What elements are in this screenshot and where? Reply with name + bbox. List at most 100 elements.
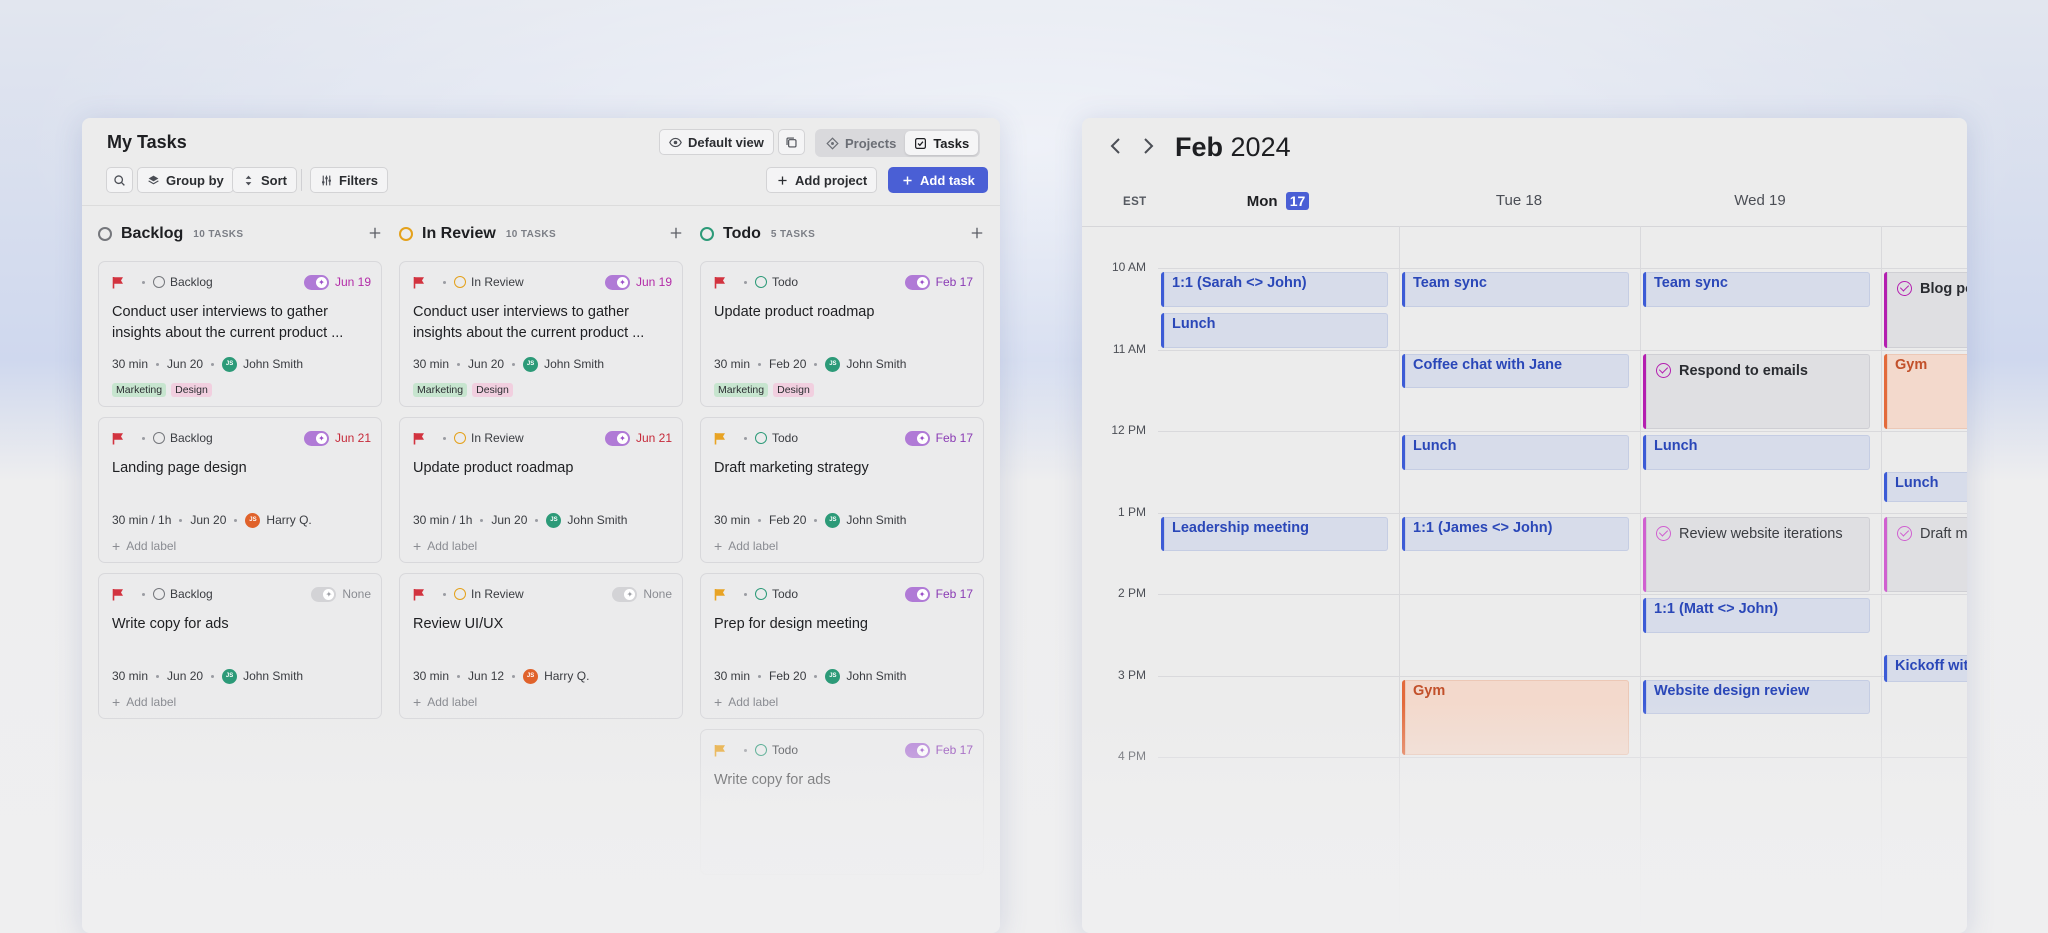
day-header-mon[interactable]: Mon 17 [1158,192,1398,210]
calendar-event[interactable]: Leadership meeting [1161,516,1388,552]
add-label-button[interactable]: + Add label [112,694,176,710]
task-title: Prep for design meeting [714,616,868,632]
add-label-text: Add label [728,695,779,709]
day-column-divider [1399,226,1400,933]
prev-week-button[interactable] [1109,136,1123,162]
task-card[interactable]: Backlog ✦ None Write copy for ads 30 min Jun … [98,573,382,719]
copy-view-button[interactable] [778,129,805,155]
task-card[interactable]: Todo ✦ Feb 17 Write copy for ads [700,729,984,875]
auto-schedule-toggle[interactable]: ✦ [904,586,930,602]
auto-schedule-toggle[interactable]: ✦ [612,586,638,602]
task-meta: 30 min Feb 20 JS John Smith [714,511,906,529]
auto-schedule-toggle[interactable]: ✦ [904,742,930,758]
sort-button[interactable]: Sort [232,167,297,193]
separator-dot [814,674,818,678]
calendar-event[interactable]: Lunch [1161,312,1388,348]
task-card[interactable]: Todo ✦ Feb 17 Prep for design meeting 30 min… [700,573,984,719]
scheduled-task-block[interactable]: Respond to emails [1643,353,1870,429]
calendar-event[interactable]: Gym [1402,679,1629,755]
chevron-right-icon [1144,138,1154,154]
due-date[interactable]: ✦ Jun 19 [604,274,672,290]
day-name: Mon [1246,193,1278,210]
flag-icon [112,276,123,288]
due-date[interactable]: ✦ Feb 17 [904,586,973,602]
task-card[interactable]: Todo ✦ Feb 17 Draft marketing strategy 30 mi… [700,417,984,563]
kanban-column: Todo 5 TASKS Todo ✦ Feb 17 Update product roa… [700,206,988,926]
task-card[interactable]: Backlog ✦ Jun 21 Landing page design 30 min … [98,417,382,563]
scheduled-task-block[interactable]: Blog po [1884,272,1967,348]
calendar-event[interactable]: Coffee chat with Jane [1402,353,1629,389]
search-button[interactable] [106,167,133,193]
add-label-button[interactable]: + Add label [413,538,477,554]
due-date[interactable]: ✦ Feb 17 [904,430,973,446]
due-date[interactable]: ✦ Jun 21 [303,430,371,446]
event-title: Lunch [1413,438,1457,454]
add-label-button[interactable]: + Add label [413,694,477,710]
group-by-button[interactable]: Group by [137,167,234,193]
sparkle-icon: ✦ [315,432,327,444]
sparkle-icon: ✦ [315,276,327,288]
assignee-name: John Smith [846,513,907,527]
event-title: Gym [1895,356,1928,373]
auto-schedule-toggle[interactable]: ✦ [904,430,930,446]
task-card[interactable]: In Review ✦ Jun 19 Conduct user interviews … [399,261,683,407]
day-header-wed[interactable]: Wed 19 [1640,192,1880,209]
due-date-text: Jun 21 [334,431,371,445]
status-circle-icon [98,227,112,241]
due-date[interactable]: ✦ Jun 21 [604,430,672,446]
add-task-to-column-button[interactable] [368,224,382,245]
hour-gridline [1158,757,1967,758]
task-card[interactable]: Todo ✦ Feb 17 Update product roadmap 30 min F… [700,261,984,407]
scheduled-task-block[interactable]: Review website iterations [1643,516,1870,592]
filters-button[interactable]: Filters [310,167,389,193]
task-block-content: Draft m [1897,525,1967,543]
auto-schedule-toggle[interactable]: ✦ [604,430,630,446]
due-date[interactable]: ✦ Feb 17 [904,742,973,758]
calendar-event[interactable]: 1:1 (James <> John) [1402,516,1629,552]
add-label-button[interactable]: + Add label [714,538,778,554]
task-duration: 30 min / 1h [112,513,172,527]
auto-schedule-toggle[interactable]: ✦ [604,274,630,290]
hour-label: 11 AM [1112,341,1146,356]
due-date[interactable]: ✦ None [311,586,371,602]
calendar-event[interactable]: Lunch [1884,471,1967,503]
due-date[interactable]: ✦ None [612,586,672,602]
flag-icon [112,432,123,444]
avatar: JS [523,356,539,372]
calendar-event[interactable]: 1:1 (Sarah <> John) [1161,272,1388,307]
add-task-to-column-button[interactable] [970,224,984,245]
task-meta: 30 min / 1h Jun 20 JS Harry Q. [112,511,312,529]
calendar-event[interactable]: Kickoff wit [1884,655,1967,682]
hour-label: 4 PM [1117,749,1146,763]
auto-schedule-toggle[interactable]: ✦ [311,586,337,602]
add-project-button[interactable]: Add project [766,167,878,193]
tab-projects[interactable]: Projects [817,131,905,155]
due-date[interactable]: ✦ Jun 19 [303,274,371,290]
calendar-event[interactable]: 1:1 (Matt <> John) [1643,598,1870,633]
add-label-button[interactable]: + Add label [112,538,176,554]
auto-schedule-toggle[interactable]: ✦ [303,430,329,446]
add-label-button[interactable]: + Add label [714,694,778,710]
calendar-event[interactable]: Lunch [1402,435,1629,470]
calendar-event[interactable]: Website design review [1643,679,1870,715]
calendar-event[interactable]: Gym [1884,353,1967,429]
task-card[interactable]: Backlog ✦ Jun 19 Conduct user interviews to… [98,261,382,407]
tab-tasks[interactable]: Tasks [905,131,979,155]
add-task-to-column-button[interactable] [669,224,683,245]
calendar-event[interactable]: Team sync [1402,272,1629,307]
calendar-event[interactable]: Lunch [1643,435,1870,470]
task-title: Conduct user interviews to gather insigh… [112,304,344,341]
default-view-button[interactable]: Default view [659,129,774,155]
task-card[interactable]: In Review ✦ None Review UI/UX 30 min Jun 12 JS… [399,573,683,719]
assignee-name: John Smith [243,357,304,371]
next-week-button[interactable] [1141,136,1155,162]
auto-schedule-toggle[interactable]: ✦ [303,274,329,290]
due-date[interactable]: ✦ Feb 17 [904,274,973,290]
calendar-event[interactable]: Team sync [1643,272,1870,307]
task-card[interactable]: In Review ✦ Jun 21 Update product roadmap 30… [399,417,683,563]
auto-schedule-toggle[interactable]: ✦ [904,274,930,290]
scheduled-task-block[interactable]: Draft m [1884,516,1967,592]
day-header-tue[interactable]: Tue 18 [1399,192,1639,209]
task-title: Conduct user interviews to gather insigh… [413,304,645,341]
add-task-button[interactable]: Add task [888,167,988,193]
